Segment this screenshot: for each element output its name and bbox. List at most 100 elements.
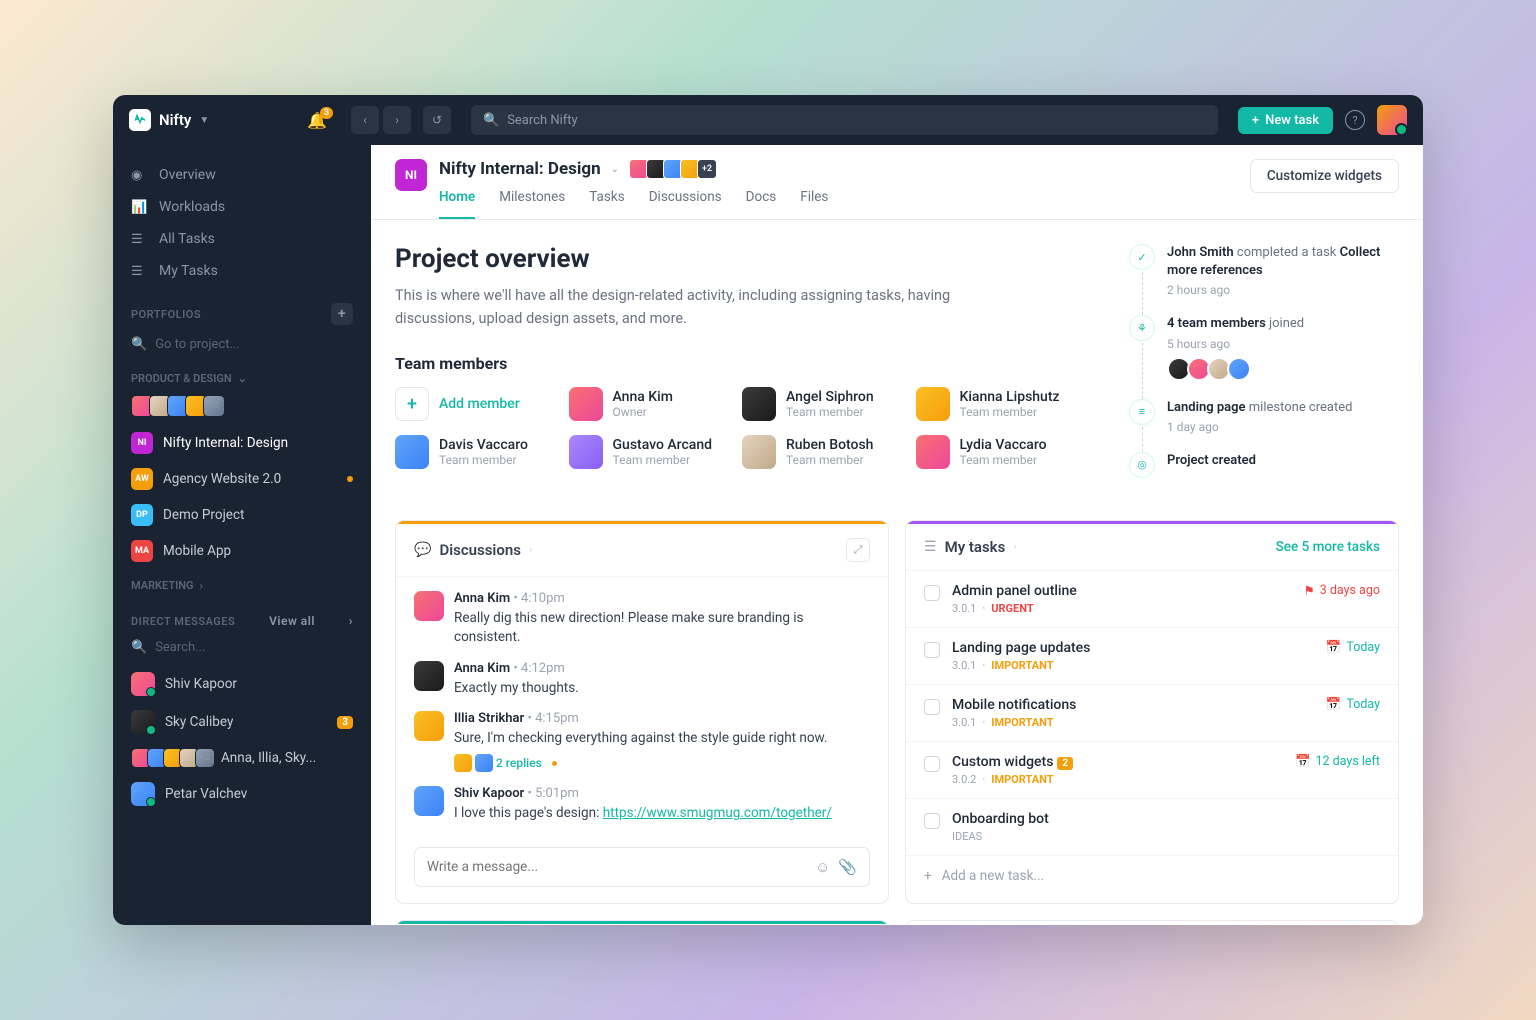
task-item[interactable]: Custom widgets23.0.2·IMPORTANT📅12 days l…: [906, 742, 1398, 799]
project-item[interactable]: MAMobile App: [113, 533, 371, 569]
team-member[interactable]: Angel SiphronTeam member: [742, 387, 896, 421]
chevron-down-icon[interactable]: ▼: [199, 115, 209, 126]
plus-icon: +: [924, 868, 932, 884]
sidebar-item-all-tasks[interactable]: ☰All Tasks: [113, 223, 371, 255]
discussions-widget: 💬 Discussions › ⤢ Anna Kim • 4:10pmReall…: [395, 520, 889, 904]
team-member[interactable]: Kianna LipshutzTeam member: [916, 387, 1070, 421]
task-checkbox[interactable]: [924, 699, 940, 715]
task-item[interactable]: Onboarding botIDEAS: [906, 799, 1398, 856]
chevron-down-icon[interactable]: ⌄: [611, 164, 619, 175]
dm-item[interactable]: Petar Valchev: [113, 775, 371, 813]
due-icon: 📅: [1295, 754, 1311, 769]
widget-title: My tasks: [945, 538, 1006, 556]
task-item[interactable]: Admin panel outline3.0.1·URGENT⚑3 days a…: [906, 571, 1398, 628]
message: Shiv Kapoor • 5:01pmI love this page's d…: [414, 786, 870, 823]
team-member[interactable]: Anna KimOwner: [569, 387, 723, 421]
due-icon: 📅: [1326, 640, 1342, 655]
tab-tasks[interactable]: Tasks: [589, 189, 624, 219]
customize-widgets-button[interactable]: Customize widgets: [1250, 159, 1399, 193]
activity-icon: ✓: [1129, 244, 1155, 270]
message: Anna Kim • 4:10pmReally dig this new dir…: [414, 591, 870, 647]
avatar: [414, 711, 444, 741]
task-due: 📅Today: [1326, 697, 1380, 712]
app-name: Nifty: [159, 111, 191, 129]
task-item[interactable]: Mobile notifications3.0.1·IMPORTANT📅Toda…: [906, 685, 1398, 742]
sidebar-item-workloads[interactable]: 📊Workloads: [113, 191, 371, 223]
sidebar: ◉Overview 📊Workloads ☰All Tasks ☰My Task…: [113, 145, 371, 925]
nav-back-button[interactable]: ‹: [351, 106, 379, 134]
group-marketing[interactable]: MARKETING›: [113, 569, 371, 598]
list-icon: ☰: [131, 264, 147, 279]
activity-icon: ◎: [1129, 452, 1155, 478]
message-field[interactable]: [427, 859, 807, 875]
project-item[interactable]: NINifty Internal: Design: [113, 425, 371, 461]
tab-files[interactable]: Files: [800, 189, 828, 219]
team-member[interactable]: Davis VaccaroTeam member: [395, 435, 549, 469]
replies-link[interactable]: 2 replies: [454, 754, 827, 772]
project-members-avatars[interactable]: +2: [629, 159, 714, 179]
project-description: This is where we'll have all the design-…: [395, 284, 1015, 330]
app-logo[interactable]: [129, 109, 151, 131]
group-product-design[interactable]: PRODUCT & DESIGN⌄: [113, 362, 371, 391]
task-item[interactable]: Landing page updates3.0.1·IMPORTANT📅Toda…: [906, 628, 1398, 685]
activity-item: ✓John Smith completed a task Collect mor…: [1129, 244, 1399, 297]
team-members-heading: Team members: [395, 354, 1069, 373]
tab-discussions[interactable]: Discussions: [649, 189, 722, 219]
project-header: NI Nifty Internal: Design ⌄ +2 HomeMiles…: [371, 145, 1423, 220]
activity-item: ◎Project created: [1129, 452, 1399, 478]
team-member[interactable]: Gustavo ArcandTeam member: [569, 435, 723, 469]
team-member[interactable]: Lydia VaccaroTeam member: [916, 435, 1070, 469]
dm-search[interactable]: 🔍Search...: [113, 636, 371, 665]
dm-item[interactable]: +2Anna, Illia, Sky...: [113, 741, 371, 775]
message: Illia Strikhar • 4:15pmSure, I'm checkin…: [414, 711, 870, 772]
project-search[interactable]: 🔍Go to project...: [113, 333, 371, 362]
chevron-right-icon[interactable]: ›: [1013, 540, 1016, 553]
task-checkbox[interactable]: [924, 642, 940, 658]
due-icon: ⚑: [1303, 583, 1314, 599]
chevron-right-icon[interactable]: ›: [529, 543, 532, 556]
group-members[interactable]: +2: [113, 391, 371, 425]
project-item[interactable]: DPDemo Project: [113, 497, 371, 533]
expand-button[interactable]: ⤢: [846, 538, 870, 562]
sidebar-item-overview[interactable]: ◉Overview: [113, 159, 371, 191]
task-checkbox[interactable]: [924, 813, 940, 829]
list-icon: ☰: [131, 232, 147, 247]
add-portfolio-button[interactable]: +: [331, 303, 353, 325]
task-due: 📅12 days left: [1295, 754, 1380, 769]
due-icon: 📅: [1326, 697, 1342, 712]
task-checkbox[interactable]: [924, 756, 940, 772]
chart-icon: 📊: [131, 200, 147, 215]
activity-item: ≡Landing page milestone created1 day ago: [1129, 399, 1399, 434]
tab-home[interactable]: Home: [439, 189, 475, 219]
tab-docs[interactable]: Docs: [746, 189, 777, 219]
help-button[interactable]: ?: [1345, 110, 1365, 130]
project-item[interactable]: AWAgency Website 2.0: [113, 461, 371, 497]
tab-milestones[interactable]: Milestones: [499, 189, 565, 219]
task-checkbox[interactable]: [924, 585, 940, 601]
attach-icon[interactable]: 📎: [838, 858, 857, 876]
team-member[interactable]: Ruben BotoshTeam member: [742, 435, 896, 469]
notifications-button[interactable]: 🔔 3: [307, 111, 327, 130]
avatar: [414, 591, 444, 621]
search-icon: 🔍: [131, 640, 147, 655]
chevron-right-icon: ›: [349, 614, 353, 628]
add-member-button[interactable]: +Add member: [395, 387, 549, 421]
user-avatar[interactable]: [1377, 105, 1407, 135]
avatar: [414, 661, 444, 691]
tasks-icon: ☰: [924, 539, 937, 555]
see-more-tasks-link[interactable]: See 5 more tasks: [1276, 539, 1380, 555]
sidebar-item-my-tasks[interactable]: ☰My Tasks: [113, 255, 371, 287]
dm-item[interactable]: Shiv Kapoor: [113, 665, 371, 703]
add-task-button[interactable]: +Add a new task...: [906, 856, 1398, 896]
portfolios-label: PORTFOLIOS: [131, 308, 201, 321]
notification-badge: 3: [320, 107, 333, 119]
new-task-button[interactable]: +New task: [1238, 107, 1333, 134]
nav-forward-button[interactable]: ›: [383, 106, 411, 134]
search-icon: 🔍: [483, 113, 499, 128]
global-search[interactable]: 🔍 Search Nifty: [471, 105, 1218, 135]
view-all-link[interactable]: View all: [269, 614, 315, 628]
emoji-icon[interactable]: ☺: [815, 858, 830, 876]
history-button[interactable]: ↺: [423, 106, 451, 134]
dm-item[interactable]: Sky Calibey3: [113, 703, 371, 741]
message-input[interactable]: ☺ 📎: [414, 847, 870, 887]
